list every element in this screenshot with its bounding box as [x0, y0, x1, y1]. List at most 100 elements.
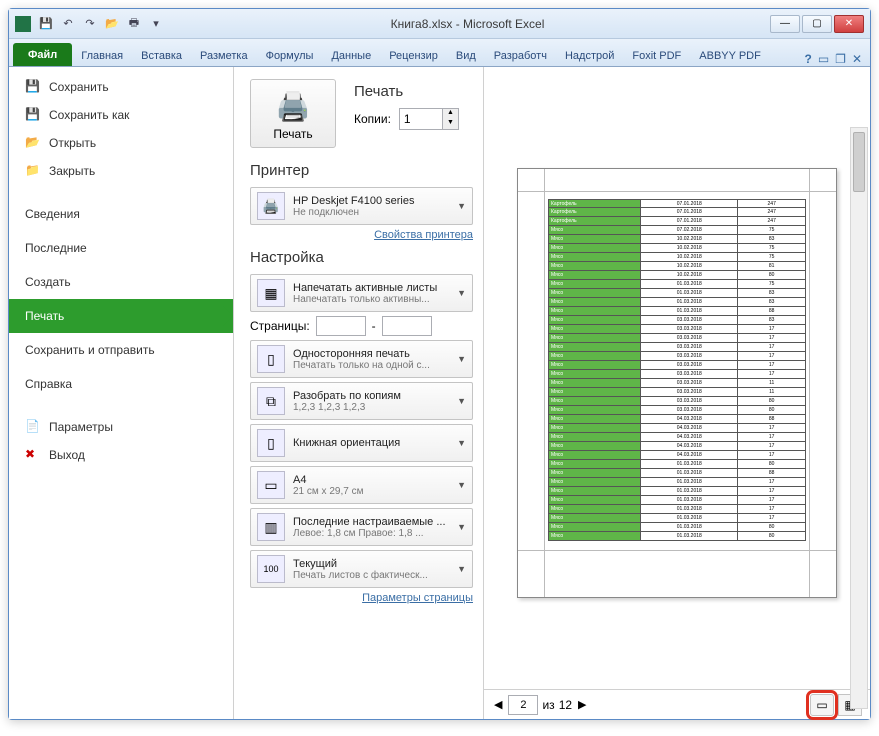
table-row: Мясо07.02.201875 — [548, 226, 806, 235]
ribbon-close-icon[interactable]: ✕ — [852, 52, 862, 66]
table-row: Мясо04.03.201817 — [548, 424, 806, 433]
tab-file[interactable]: Файл — [13, 43, 72, 66]
copies-down-icon[interactable]: ▼ — [442, 119, 458, 129]
tab-insert[interactable]: Вставка — [132, 45, 191, 66]
qat-more-icon[interactable]: ▾ — [147, 15, 165, 33]
table-row: Мясо10.02.201881 — [548, 262, 806, 271]
papersize-selector[interactable]: ▭ A421 см x 29,7 см ▼ — [250, 466, 473, 504]
table-row: Мясо01.03.201817 — [548, 514, 806, 523]
tab-addins[interactable]: Надстрой — [556, 45, 623, 66]
nav-close[interactable]: 📁 Закрыть — [9, 157, 233, 185]
nav-exit-label: Выход — [49, 448, 85, 462]
print-what-selector[interactable]: ▦ Напечатать активные листыНапечатать то… — [250, 274, 473, 312]
collate-selector[interactable]: ⧉ Разобрать по копиям1,2,3 1,2,3 1,2,3 ▼ — [250, 382, 473, 420]
nav-print[interactable]: Печать — [9, 299, 233, 333]
ribbon-restore-icon[interactable]: ❐ — [835, 52, 846, 66]
minimize-button[interactable]: — — [770, 15, 800, 33]
page-of-label: из — [542, 698, 554, 712]
chevron-down-icon: ▼ — [457, 564, 466, 574]
sheet-icon: ▦ — [257, 279, 285, 307]
tab-abbyy[interactable]: ABBYY PDF — [690, 45, 770, 66]
copies-spinner[interactable]: ▲▼ — [399, 108, 459, 130]
scrollbar-thumb[interactable] — [853, 132, 865, 192]
printer-properties-link[interactable]: Свойства принтера — [250, 229, 473, 241]
copies-input[interactable] — [400, 109, 442, 129]
window-title: Книга8.xlsx - Microsoft Excel — [165, 17, 770, 31]
table-row: Картофель07.01.2018247 — [548, 199, 806, 208]
printer-selector[interactable]: 🖨️ HP Deskjet F4100 series Не подключен … — [250, 187, 473, 225]
qat-save-icon[interactable]: 💾 — [37, 15, 55, 33]
sides-selector[interactable]: ▯ Односторонняя печатьПечатать только на… — [250, 340, 473, 378]
margins-selector[interactable]: ▥ Последние настраиваемые ...Левое: 1,8 … — [250, 508, 473, 546]
close-button[interactable]: ✕ — [834, 15, 864, 33]
sides-title: Односторонняя печать — [293, 348, 449, 360]
nav-new-label: Создать — [25, 275, 71, 289]
scale-icon: 100 — [257, 555, 285, 583]
printer-section-title: Принтер — [250, 162, 473, 179]
nav-saveas-label: Сохранить как — [49, 108, 129, 122]
table-row: Мясо03.03.201880 — [548, 406, 806, 415]
table-row: Мясо01.03.201883 — [548, 298, 806, 307]
tab-data[interactable]: Данные — [322, 45, 380, 66]
nav-share[interactable]: Сохранить и отправить — [9, 333, 233, 367]
tab-view[interactable]: Вид — [447, 45, 485, 66]
tab-formulas[interactable]: Формулы — [257, 45, 323, 66]
help-icon[interactable]: ? — [804, 52, 811, 66]
maximize-button[interactable]: ▢ — [802, 15, 832, 33]
copies-up-icon[interactable]: ▲ — [442, 109, 458, 119]
pages-from-input[interactable] — [316, 316, 366, 336]
page-setup-link[interactable]: Параметры страницы — [250, 592, 473, 604]
nav-open[interactable]: 📂Открыть — [9, 129, 233, 157]
page-current-input[interactable] — [508, 695, 538, 715]
nav-options[interactable]: 📄Параметры — [9, 413, 233, 441]
nav-info-label: Сведения — [25, 207, 80, 221]
backstage: 💾 Сохранить 💾Сохранить как 📂Открыть 📁 Закр… — [9, 67, 870, 719]
save-icon: 💾 — [25, 79, 41, 95]
print-what-sub: Напечатать только активны... — [293, 294, 449, 305]
qat-open-icon[interactable]: 📂 — [103, 15, 121, 33]
collate-title: Разобрать по копиям — [293, 390, 449, 402]
ribbon-tabs: Файл Главная Вставка Разметка Формулы Да… — [9, 39, 870, 67]
tab-home[interactable]: Главная — [72, 45, 132, 66]
tab-layout[interactable]: Разметка — [191, 45, 257, 66]
excel-icon — [15, 16, 31, 32]
table-row: Мясо01.03.201817 — [548, 505, 806, 514]
printer-name: HP Deskjet F4100 series — [293, 195, 449, 207]
zoom-to-page-button[interactable]: ▭ — [810, 694, 834, 716]
pages-to-input[interactable] — [382, 316, 432, 336]
window-controls: — ▢ ✕ — [770, 15, 864, 33]
scaling-title: Текущий — [293, 558, 449, 570]
pages-dash: - — [372, 319, 376, 333]
nav-recent[interactable]: Последние — [9, 231, 233, 265]
qat-undo-icon[interactable]: ↶ — [59, 15, 77, 33]
tab-review[interactable]: Рецензир — [380, 45, 447, 66]
page-next-button[interactable]: ▶ — [576, 698, 588, 711]
table-row: Мясо01.03.201817 — [548, 496, 806, 505]
chevron-down-icon: ▼ — [457, 288, 466, 298]
nav-saveas[interactable]: 💾Сохранить как — [9, 101, 233, 129]
table-row: Мясо01.03.201888 — [548, 469, 806, 478]
qat-print-icon[interactable]: 🖶 — [125, 15, 143, 33]
nav-exit[interactable]: ✖ Выход — [9, 441, 233, 469]
nav-new[interactable]: Создать — [9, 265, 233, 299]
nav-save[interactable]: 💾 Сохранить — [9, 73, 233, 101]
chevron-down-icon: ▼ — [457, 201, 466, 211]
papersize-sub: 21 см x 29,7 см — [293, 486, 449, 497]
ribbon-minimize-icon[interactable]: ▭ — [818, 52, 829, 66]
nav-close-label: Закрыть — [49, 164, 95, 178]
preview-scrollbar[interactable] — [850, 127, 868, 709]
nav-save-label: Сохранить — [49, 80, 109, 94]
orientation-selector[interactable]: ▯ Книжная ориентация ▼ — [250, 424, 473, 462]
table-row: Мясо01.03.201888 — [548, 307, 806, 316]
nav-help[interactable]: Справка — [9, 367, 233, 401]
print-button[interactable]: 🖨️ Печать — [250, 79, 336, 148]
page-prev-button[interactable]: ◀ — [492, 698, 504, 711]
table-row: Мясо03.03.201817 — [548, 334, 806, 343]
qat-redo-icon[interactable]: ↷ — [81, 15, 99, 33]
close-folder-icon: 📁 — [25, 163, 41, 179]
tab-foxit[interactable]: Foxit PDF — [623, 45, 690, 66]
tab-developer[interactable]: Разработч — [485, 45, 556, 66]
exit-icon: ✖ — [25, 447, 41, 463]
scaling-selector[interactable]: 100 ТекущийПечать листов с фактическ... … — [250, 550, 473, 588]
nav-info[interactable]: Сведения — [9, 197, 233, 231]
